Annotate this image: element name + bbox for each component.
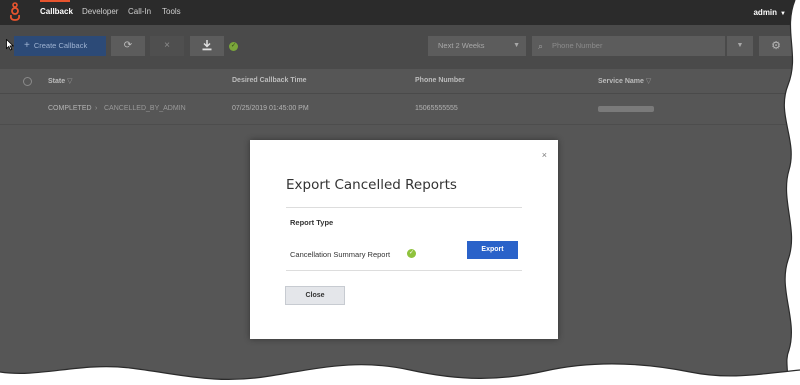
create-callback-label: Create Callback bbox=[33, 41, 88, 50]
divider bbox=[286, 207, 522, 208]
chevron-down-icon: ▼ bbox=[513, 42, 520, 49]
filter-icon[interactable]: ▽ bbox=[67, 78, 72, 85]
top-nav: Callback Developer Call-In Tools admin ▼ bbox=[0, 0, 800, 25]
toolbar: + Create Callback ⟳ × ✓ Next 2 Weeks ▼ ⌕ … bbox=[0, 25, 800, 69]
export-button[interactable]: Export bbox=[467, 241, 518, 259]
check-icon: ✓ bbox=[407, 249, 416, 258]
column-header-time[interactable]: Desired Callback Time bbox=[232, 77, 307, 84]
row-state: COMPLETED bbox=[48, 105, 92, 112]
nav-callback[interactable]: Callback bbox=[40, 7, 73, 16]
row-service-name-redacted bbox=[598, 106, 654, 112]
date-range-select[interactable]: Next 2 Weeks ▼ bbox=[428, 36, 526, 56]
expand-chevron-icon[interactable]: › bbox=[95, 105, 97, 112]
table-row[interactable]: COMPLETED › CANCELLED_BY_ADMIN 07/25/201… bbox=[0, 94, 800, 125]
column-header-state-label: State bbox=[48, 78, 66, 85]
select-all-checkbox[interactable] bbox=[23, 77, 32, 86]
close-icon: × bbox=[164, 40, 170, 51]
refresh-button[interactable]: ⟳ bbox=[111, 36, 145, 56]
table-header: State ▽ Desired Callback Time Phone Numbe… bbox=[0, 69, 800, 94]
report-name: Cancellation Summary Report bbox=[290, 250, 391, 259]
date-range-value: Next 2 Weeks bbox=[438, 41, 485, 50]
plus-icon: + bbox=[24, 40, 30, 51]
nav-call-in[interactable]: Call-In bbox=[128, 7, 151, 16]
download-icon bbox=[202, 40, 212, 51]
gear-icon: ⚙ bbox=[771, 40, 781, 52]
user-menu[interactable]: admin ▼ bbox=[753, 8, 786, 17]
chevron-down-icon: ▼ bbox=[736, 42, 744, 49]
dialog-title: Export Cancelled Reports bbox=[286, 177, 457, 193]
download-button[interactable] bbox=[190, 36, 224, 56]
nav-developer[interactable]: Developer bbox=[82, 7, 118, 16]
row-phone-number: 15065555555 bbox=[415, 105, 458, 112]
cancel-selected-button[interactable]: × bbox=[150, 36, 184, 56]
filter-icon[interactable]: ▽ bbox=[646, 78, 651, 85]
settings-button[interactable]: ⚙ bbox=[759, 36, 793, 56]
column-header-phone[interactable]: Phone Number bbox=[415, 77, 465, 84]
phone-search-input[interactable]: ⌕ Phone Number bbox=[532, 36, 725, 56]
divider bbox=[286, 270, 522, 271]
mouse-cursor-icon bbox=[6, 39, 14, 51]
status-ok-icon: ✓ bbox=[229, 42, 238, 51]
caret-down-icon: ▼ bbox=[780, 11, 786, 17]
close-button[interactable]: Close bbox=[285, 286, 345, 305]
export-dialog: × Export Cancelled Reports Report Type C… bbox=[250, 140, 558, 339]
row-callback-time: 07/25/2019 01:45:00 PM bbox=[232, 105, 309, 112]
column-header-service-label: Service Name bbox=[598, 78, 644, 85]
search-icon: ⌕ bbox=[538, 41, 544, 51]
search-placeholder: Phone Number bbox=[552, 41, 603, 50]
genesys-logo-icon bbox=[9, 2, 21, 21]
close-icon[interactable]: × bbox=[542, 150, 547, 160]
app-window: Callback Developer Call-In Tools admin ▼ … bbox=[0, 0, 800, 385]
refresh-icon: ⟳ bbox=[123, 40, 133, 51]
column-header-state[interactable]: State ▽ bbox=[48, 77, 73, 85]
user-name: admin bbox=[753, 8, 778, 17]
column-header-service[interactable]: Service Name ▽ bbox=[598, 77, 651, 85]
nav-tools[interactable]: Tools bbox=[162, 7, 181, 16]
row-sub-state: CANCELLED_BY_ADMIN bbox=[104, 105, 186, 112]
report-type-label: Report Type bbox=[290, 218, 334, 227]
create-callback-button[interactable]: + Create Callback bbox=[14, 36, 106, 56]
active-tab-indicator bbox=[40, 0, 70, 2]
search-dropdown-button[interactable]: ▼ bbox=[727, 36, 753, 56]
